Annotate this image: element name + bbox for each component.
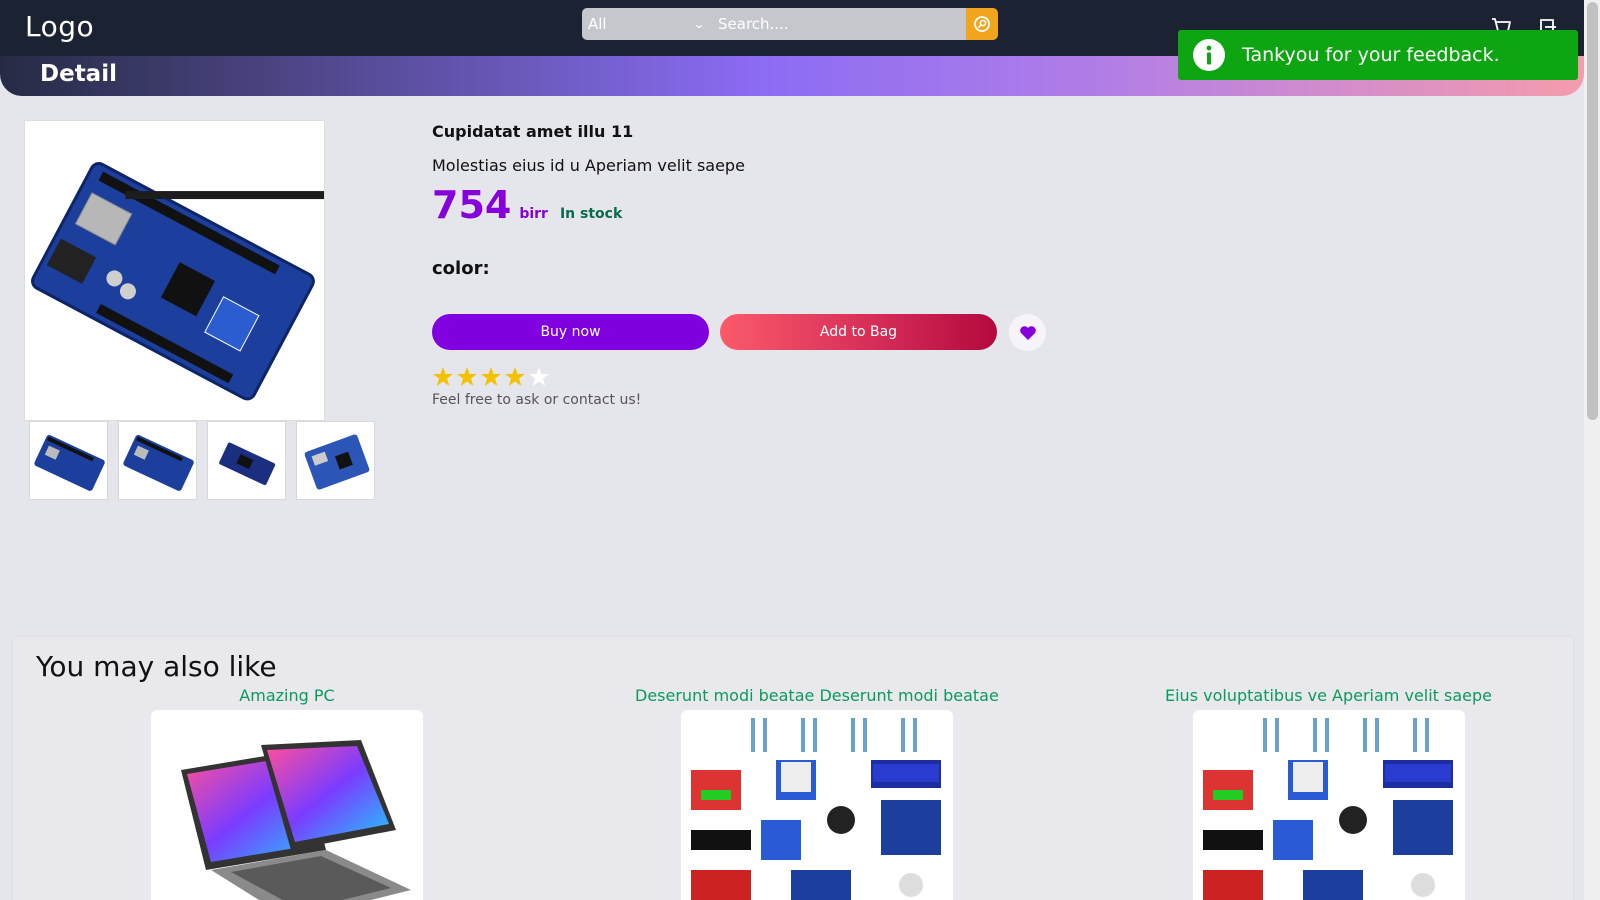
star-filled-icon[interactable] bbox=[504, 366, 526, 387]
thumbnail-strip bbox=[29, 421, 375, 500]
heart-icon bbox=[1019, 325, 1036, 340]
search-icon bbox=[974, 16, 990, 32]
scrollbar-thumb[interactable] bbox=[1587, 2, 1598, 420]
star-empty-icon[interactable] bbox=[528, 366, 550, 387]
thumbnail-1[interactable] bbox=[29, 421, 108, 500]
add-to-bag-button[interactable]: Add to Bag bbox=[720, 314, 997, 350]
product-description: Molestias eius id u Aperiam velit saepe bbox=[432, 156, 745, 175]
color-label: color: bbox=[432, 258, 490, 279]
logo[interactable]: Logo bbox=[25, 10, 94, 43]
star-filled-icon[interactable] bbox=[480, 366, 502, 387]
category-value: All bbox=[588, 15, 607, 33]
product-main-image[interactable] bbox=[24, 120, 325, 421]
thumbnail-3[interactable] bbox=[207, 421, 286, 500]
thumbnail-4[interactable] bbox=[296, 421, 375, 500]
feedback-toast[interactable]: Tankyou for your feedback. bbox=[1178, 30, 1578, 80]
recommendation-card[interactable]: Deserunt modi beatae Deserunt modi beata… bbox=[635, 686, 999, 900]
category-select[interactable]: All ⌄ bbox=[582, 8, 712, 40]
star-filled-icon[interactable] bbox=[456, 366, 478, 387]
search-bar: All ⌄ bbox=[582, 8, 998, 40]
recommendations-heading: You may also like bbox=[36, 650, 277, 683]
info-icon bbox=[1193, 39, 1225, 71]
recommendation-name[interactable]: Amazing PC bbox=[239, 686, 334, 705]
search-button[interactable] bbox=[966, 8, 998, 40]
product-title: Cupidatat amet illu 11 bbox=[432, 122, 634, 141]
star-filled-icon[interactable] bbox=[432, 366, 454, 387]
chevron-down-icon: ⌄ bbox=[692, 17, 706, 31]
wishlist-button[interactable] bbox=[1009, 314, 1046, 351]
price-currency: birr bbox=[519, 206, 548, 222]
recommendation-card[interactable]: Eius voluptatibus ve Aperiam velit saepe bbox=[1165, 686, 1492, 900]
rating-stars[interactable] bbox=[432, 366, 550, 387]
page-scrollbar[interactable] bbox=[1584, 0, 1600, 900]
thumbnail-2[interactable] bbox=[118, 421, 197, 500]
recommendation-image[interactable] bbox=[680, 710, 953, 900]
toast-message: Tankyou for your feedback. bbox=[1242, 44, 1500, 66]
recommendation-name[interactable]: Deserunt modi beatae Deserunt modi beata… bbox=[635, 686, 999, 705]
recommendation-name[interactable]: Eius voluptatibus ve Aperiam velit saepe bbox=[1165, 686, 1492, 705]
product-price: 754 bbox=[432, 183, 512, 227]
recommendation-image[interactable] bbox=[1192, 710, 1465, 900]
price-row: 754 birr In stock bbox=[432, 183, 622, 227]
stock-status: In stock bbox=[559, 206, 623, 222]
page-title: Detail bbox=[40, 61, 117, 87]
recommendation-image[interactable] bbox=[151, 710, 423, 900]
search-input[interactable] bbox=[712, 8, 966, 40]
contact-note: Feel free to ask or contact us! bbox=[432, 392, 642, 408]
recommendation-card[interactable]: Amazing PC bbox=[151, 686, 423, 900]
buy-now-button[interactable]: Buy now bbox=[432, 314, 709, 350]
